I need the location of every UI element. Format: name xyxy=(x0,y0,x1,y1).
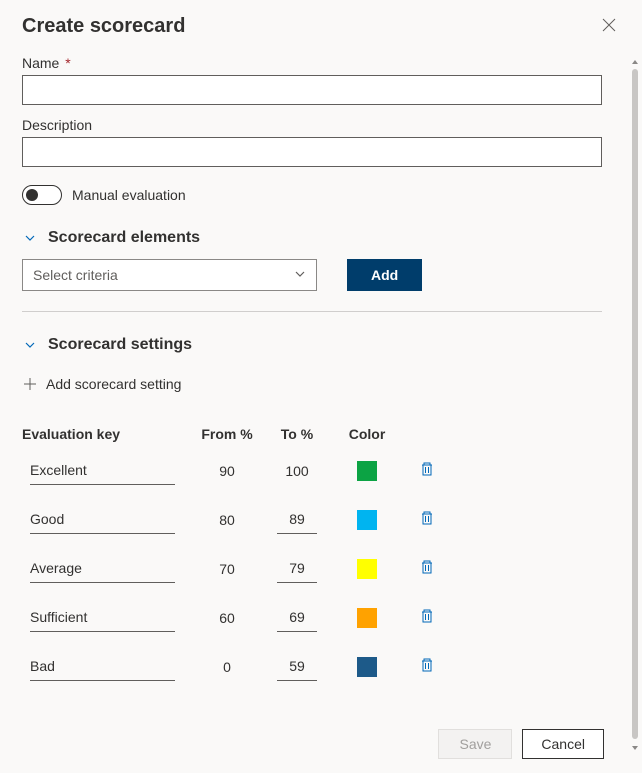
to-cell[interactable]: 59 xyxy=(277,652,317,681)
table-row: Average 70 79 xyxy=(22,554,620,583)
color-swatch[interactable] xyxy=(357,559,377,579)
divider xyxy=(22,311,602,312)
col-color: Color xyxy=(332,426,402,442)
chevron-down-icon xyxy=(22,230,38,246)
trash-icon xyxy=(419,461,435,480)
name-input[interactable] xyxy=(22,75,602,105)
scroll-thumb[interactable] xyxy=(632,69,638,739)
settings-table: Evaluation key From % To % Color Excelle… xyxy=(22,426,620,681)
manual-eval-toggle[interactable] xyxy=(22,185,62,205)
from-cell: 0 xyxy=(192,659,262,675)
col-from: From % xyxy=(192,426,262,442)
delete-row-button[interactable] xyxy=(415,457,439,484)
to-cell[interactable]: 89 xyxy=(277,505,317,534)
col-to: To % xyxy=(262,426,332,442)
color-swatch[interactable] xyxy=(357,510,377,530)
to-cell[interactable]: 79 xyxy=(277,554,317,583)
evaluation-key-cell[interactable]: Excellent xyxy=(30,456,175,485)
name-label-text: Name xyxy=(22,55,59,71)
trash-icon xyxy=(419,510,435,529)
table-row: Good 80 89 xyxy=(22,505,620,534)
required-indicator: * xyxy=(65,55,70,71)
close-icon xyxy=(602,20,616,35)
delete-row-button[interactable] xyxy=(415,653,439,680)
color-swatch[interactable] xyxy=(357,657,377,677)
table-row: Excellent 90100 xyxy=(22,456,620,485)
manual-eval-label: Manual evaluation xyxy=(72,187,186,203)
to-cell: 100 xyxy=(262,463,332,479)
add-criteria-button[interactable]: Add xyxy=(347,259,422,291)
name-label: Name * xyxy=(22,55,620,71)
trash-icon xyxy=(419,608,435,627)
to-cell[interactable]: 69 xyxy=(277,603,317,632)
save-button: Save xyxy=(438,729,512,759)
add-scorecard-setting-label: Add scorecard setting xyxy=(46,376,181,392)
description-label: Description xyxy=(22,117,620,133)
chevron-down-icon xyxy=(294,267,306,283)
criteria-select-placeholder: Select criteria xyxy=(33,267,118,283)
from-cell: 70 xyxy=(192,561,262,577)
color-swatch[interactable] xyxy=(357,461,377,481)
description-input[interactable] xyxy=(22,137,602,167)
scorecard-elements-title: Scorecard elements xyxy=(48,229,200,247)
scorecard-settings-title: Scorecard settings xyxy=(48,336,192,354)
add-scorecard-setting-button[interactable]: Add scorecard setting xyxy=(22,372,181,396)
evaluation-key-cell[interactable]: Bad xyxy=(30,652,175,681)
scorecard-elements-header[interactable]: Scorecard elements xyxy=(22,229,620,247)
dialog-title: Create scorecard xyxy=(22,15,185,38)
evaluation-key-cell[interactable]: Average xyxy=(30,554,175,583)
scroll-down-icon[interactable] xyxy=(628,741,642,755)
table-row: Sufficient 60 69 xyxy=(22,603,620,632)
trash-icon xyxy=(419,559,435,578)
color-swatch[interactable] xyxy=(357,608,377,628)
scorecard-settings-header[interactable]: Scorecard settings xyxy=(22,336,620,354)
plus-icon xyxy=(22,376,38,392)
trash-icon xyxy=(419,657,435,676)
criteria-select[interactable]: Select criteria xyxy=(22,259,317,291)
evaluation-key-cell[interactable]: Good xyxy=(30,505,175,534)
scrollbar[interactable] xyxy=(628,55,642,755)
delete-row-button[interactable] xyxy=(415,506,439,533)
from-cell: 80 xyxy=(192,512,262,528)
evaluation-key-cell[interactable]: Sufficient xyxy=(30,603,175,632)
from-cell: 60 xyxy=(192,610,262,626)
chevron-down-icon xyxy=(22,337,38,353)
table-row: Bad 0 59 xyxy=(22,652,620,681)
scroll-up-icon[interactable] xyxy=(628,55,642,69)
delete-row-button[interactable] xyxy=(415,604,439,631)
from-cell: 90 xyxy=(192,463,262,479)
close-button[interactable] xyxy=(598,14,620,39)
toggle-knob xyxy=(26,189,38,201)
cancel-button[interactable]: Cancel xyxy=(522,729,604,759)
delete-row-button[interactable] xyxy=(415,555,439,582)
col-evaluation-key: Evaluation key xyxy=(22,426,192,442)
